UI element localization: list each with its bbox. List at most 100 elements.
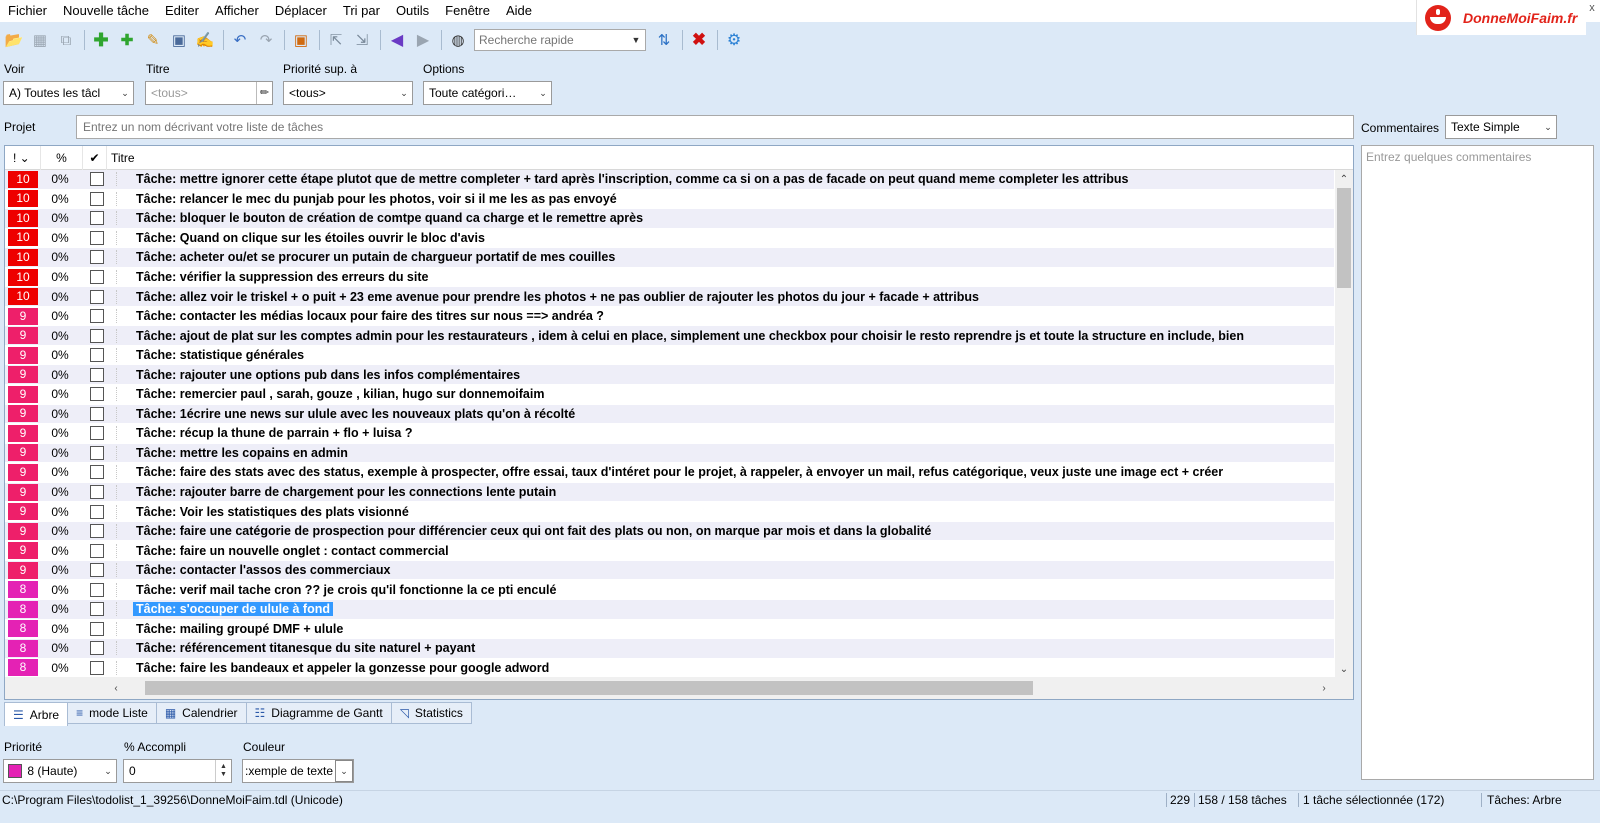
task-row[interactable]: 8 0% Tâche: référencement titanesque du si… — [5, 639, 1334, 659]
priority-badge[interactable]: 10 — [8, 288, 38, 306]
edit-pencil-icon[interactable]: ✎ — [141, 28, 165, 52]
column-done[interactable]: ✔ — [83, 146, 107, 170]
task-title-cell[interactable]: Tâche: faire des stats avec des status, … — [116, 465, 1334, 480]
task-row[interactable]: 10 0% Tâche: Quand on clique sur les étoil… — [5, 229, 1334, 249]
priority-badge[interactable]: 9 — [8, 405, 38, 423]
move-up-icon[interactable]: ⇱ — [324, 28, 348, 52]
percent-done[interactable]: 0% — [38, 622, 82, 636]
task-row[interactable]: 9 0% Tâche: statistique générales — [5, 346, 1334, 366]
column-percent[interactable]: % — [41, 146, 83, 170]
percent-done[interactable]: 0% — [38, 661, 82, 675]
done-checkbox[interactable] — [90, 328, 104, 343]
task-title-cell[interactable]: Tâche: bloquer le bouton de création de … — [116, 211, 1334, 226]
task-title-cell[interactable]: Tâche: faire les bandeaux et appeler la … — [116, 660, 1334, 675]
priority-badge[interactable]: 9 — [8, 463, 38, 481]
filter-options-icon[interactable]: ✏ — [256, 82, 272, 104]
percent-done[interactable]: 0% — [38, 641, 82, 655]
task-title-cell[interactable]: Tâche: ajout de plat sur les comptes adm… — [116, 328, 1334, 343]
task-title-cell[interactable]: Tâche: faire une catégorie de prospectio… — [116, 524, 1334, 539]
redo-icon[interactable]: ↷ — [254, 28, 278, 52]
done-checkbox[interactable] — [90, 250, 104, 265]
menu-item[interactable]: Fenêtre — [437, 0, 498, 22]
voir-select[interactable]: A) Toutes les tâcl ⌄ — [3, 81, 134, 105]
task-title-cell[interactable]: Tâche: Quand on clique sur les étoiles o… — [116, 230, 1334, 245]
priority-badge[interactable]: 8 — [8, 659, 38, 677]
done-checkbox[interactable] — [90, 602, 104, 617]
done-checkbox[interactable] — [90, 485, 104, 500]
chevron-down-icon[interactable]: ⌄ — [100, 760, 116, 782]
priority-badge[interactable]: 10 — [8, 170, 38, 188]
chevron-down-icon[interactable]: ⌄ — [1540, 116, 1556, 138]
tab-diagramme-de-gantt[interactable]: ☷ Diagramme de Gantt — [245, 702, 392, 724]
menu-item[interactable]: Tri par — [335, 0, 388, 22]
priority-badge[interactable]: 9 — [8, 483, 38, 501]
task-row[interactable]: 9 0% Tâche: rajouter une options pub dans … — [5, 365, 1334, 386]
done-checkbox[interactable] — [90, 524, 104, 539]
task-row[interactable]: 8 0% Tâche: faire les bandeaux et appeler … — [5, 659, 1334, 679]
task-title-cell[interactable]: Tâche: vérifier la suppression des erreu… — [116, 270, 1334, 284]
done-checkbox[interactable] — [90, 191, 104, 206]
task-title-cell[interactable]: Tâche: récup la thune de parrain + flo +… — [116, 426, 1334, 441]
scroll-right-icon[interactable]: › — [1315, 679, 1333, 697]
task-row[interactable]: 9 0% Tâche: faire une catégorie de prospec… — [5, 521, 1334, 542]
task-row[interactable]: 10 0% Tâche: allez voir le triskel + o pui… — [5, 287, 1334, 307]
done-checkbox[interactable] — [90, 289, 104, 304]
percent-done[interactable]: 0% — [38, 250, 82, 264]
percent-done[interactable]: 0% — [38, 270, 82, 284]
close-icon[interactable]: x — [1586, 0, 1598, 16]
priority-badge[interactable]: 8 — [8, 581, 38, 599]
tab-arbre[interactable]: ☰ Arbre — [4, 702, 69, 726]
chevron-down-icon[interactable]: ▼ — [627, 30, 645, 50]
done-checkbox[interactable] — [90, 270, 104, 284]
done-checkbox[interactable] — [90, 406, 104, 421]
percent-done[interactable]: 0% — [38, 524, 82, 538]
sort-icon[interactable]: ⇅ — [652, 28, 676, 52]
tab-statistics[interactable]: ◹ Statistics — [390, 702, 472, 724]
task-row[interactable]: 10 0% Tâche: acheter ou/et se procurer un … — [5, 248, 1334, 268]
percent-done[interactable]: 0% — [38, 231, 82, 245]
titre-filter-input[interactable]: <tous> ✏ — [145, 81, 273, 105]
task-title-cell[interactable]: Tâche: remercier paul , sarah, gouze , k… — [116, 387, 1334, 402]
task-row[interactable]: 9 0% Tâche: 1écrire une news sur ulule ave… — [5, 404, 1334, 425]
comments-format-select[interactable]: Texte Simple ⌄ — [1445, 115, 1557, 139]
find-binoculars-icon[interactable]: ◍ — [446, 28, 470, 52]
zoom-frame-icon[interactable]: ▣ — [289, 28, 313, 52]
menu-item[interactable]: Nouvelle tâche — [55, 0, 157, 22]
done-checkbox[interactable] — [90, 445, 104, 460]
tab-mode-liste[interactable]: ≡ mode Liste — [67, 702, 157, 724]
delete-icon[interactable]: ✖ — [687, 28, 711, 52]
task-row[interactable]: 9 0% Tâche: faire des stats avec des statu… — [5, 463, 1334, 483]
task-row[interactable]: 8 0% Tâche: mailing groupé DMF + ulule — [5, 620, 1334, 640]
task-row[interactable]: 9 0% Tâche: récup la thune de parrain + fl… — [5, 424, 1334, 444]
attr-color-select[interactable]: :xemple de texte ⌄ — [242, 759, 354, 783]
task-title-cell[interactable]: Tâche: rajouter barre de chargement pour… — [116, 485, 1334, 500]
percent-done[interactable]: 0% — [38, 368, 82, 382]
percent-done[interactable]: 0% — [38, 309, 82, 323]
task-row[interactable]: 8 0% Tâche: s'occuper de ulule à fond — [5, 600, 1334, 620]
task-row[interactable]: 9 0% Tâche: contacter l'assos des commerci… — [5, 560, 1334, 581]
done-checkbox[interactable] — [90, 582, 104, 597]
percent-done[interactable]: 0% — [38, 446, 82, 460]
new-subtask-icon[interactable]: ✚ — [115, 28, 139, 52]
priorite-select[interactable]: <tous> ⌄ — [283, 81, 413, 105]
task-title-cell[interactable]: Tâche: relancer le mec du punjab pour le… — [116, 191, 1334, 206]
horizontal-scrollbar[interactable]: ‹ › — [5, 677, 1353, 699]
options-select[interactable]: Toute catégori… ⌄ — [423, 81, 552, 105]
quick-search-combo[interactable]: ▼ — [474, 29, 646, 51]
menu-item[interactable]: Afficher — [207, 0, 267, 22]
done-checkbox[interactable] — [90, 563, 104, 578]
task-title-cell[interactable]: Tâche: mettre les copains en admin — [116, 445, 1334, 460]
percent-done[interactable]: 0% — [38, 505, 82, 519]
task-title-cell[interactable]: Tâche: mettre ignorer cette étape plutot… — [116, 172, 1334, 187]
percent-done[interactable]: 0% — [38, 426, 82, 440]
percent-done[interactable]: 0% — [38, 211, 82, 225]
task-title-cell[interactable]: Tâche: référencement titanesque du site … — [116, 641, 1334, 656]
task-title-cell[interactable]: Tâche: 1écrire une news sur ulule avec l… — [116, 406, 1334, 421]
move-down-icon[interactable]: ⇲ — [350, 28, 374, 52]
priority-badge[interactable]: 9 — [8, 385, 38, 403]
percent-done[interactable]: 0% — [38, 563, 82, 577]
priority-badge[interactable]: 8 — [8, 639, 38, 657]
percent-done[interactable]: 0% — [38, 290, 82, 304]
done-checkbox[interactable] — [90, 465, 104, 480]
percent-done[interactable]: 0% — [38, 602, 82, 616]
